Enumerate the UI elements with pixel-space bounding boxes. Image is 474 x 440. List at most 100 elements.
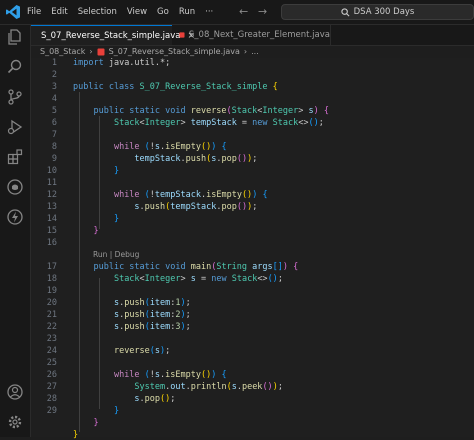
line-number: 20 (46, 298, 57, 308)
extensions-icon[interactable] (6, 148, 24, 166)
menu-selection[interactable]: Selection (78, 7, 117, 17)
code-line[interactable]: s.push(item:3); (73, 322, 191, 332)
line-number: 5 (51, 106, 57, 116)
line-number: 11 (46, 178, 57, 188)
code-token: > (180, 274, 191, 284)
code-line[interactable]: } (73, 226, 98, 236)
code-token: ; (277, 274, 283, 284)
breadcrumb-folder[interactable]: S_08_Stack (40, 47, 85, 56)
code-token: [] (272, 262, 283, 272)
code-token: ; (170, 394, 176, 404)
menu-file[interactable]: File (27, 7, 41, 17)
line-number: 27 (46, 382, 57, 392)
editor-tabs: S_07_Reverse_Stack_simple.java × S_08_Ne… (31, 25, 474, 46)
code-token: { (323, 106, 329, 116)
code-line[interactable]: s.push(item:2); (73, 310, 191, 320)
source-control-icon[interactable] (6, 88, 24, 106)
code-line[interactable]: import java.util.*; (73, 58, 170, 68)
line-number: 13 (46, 202, 57, 212)
github-icon[interactable] (6, 178, 24, 196)
code-token: public class (73, 82, 140, 92)
menu-go[interactable]: Go (157, 7, 169, 17)
code-token: () (201, 370, 212, 380)
code-line[interactable]: while (!s.isEmpty()) { (73, 370, 227, 380)
menu-edit[interactable]: Edit (51, 7, 67, 17)
code-token: import (73, 58, 104, 68)
code-line[interactable]: s.push(item:1); (73, 298, 191, 308)
thunder-client-icon[interactable] (6, 208, 24, 226)
line-number: 26 (46, 370, 57, 380)
search-icon (340, 7, 350, 16)
code-token: pop (221, 154, 237, 164)
code-token: ; (252, 202, 258, 212)
code-token: tempStack (134, 154, 181, 164)
tab-reverse-stack[interactable]: S_07_Reverse_Stack_simple.java × (31, 25, 195, 45)
menu-run[interactable]: Run (179, 7, 195, 17)
back-arrow-icon[interactable]: ← (239, 5, 248, 18)
code-token: = (195, 274, 212, 284)
code-line[interactable]: s.push(tempStack.pop()); (73, 202, 257, 212)
run-debug-icon[interactable] (6, 118, 24, 136)
code-line[interactable]: } (73, 406, 119, 416)
line-number: 23 (46, 334, 57, 344)
code-token: () (236, 154, 248, 164)
code-line[interactable]: while (!tempStack.isEmpty()) { (73, 190, 268, 200)
code-token: Integer (262, 106, 299, 116)
code-token: { (262, 190, 268, 200)
code-line[interactable]: public class S_07_Reverse_Stack_simple { (73, 82, 278, 92)
activity-bar (0, 25, 31, 437)
explorer-icon[interactable] (6, 28, 24, 46)
vscode-logo-icon[interactable] (5, 4, 21, 20)
codelens-run-debug[interactable]: Run | Debug (93, 250, 139, 259)
code-line[interactable]: while (!s.isEmpty()) { (73, 142, 227, 152)
code-line[interactable]: Stack<Integer> tempStack = new Stack<>()… (73, 118, 324, 128)
code-line[interactable]: public static void main(String args[]) { (73, 262, 298, 272)
code-token: () (236, 202, 248, 212)
code-line[interactable]: Stack<Integer> s = new Stack<>(); (73, 274, 283, 284)
code-token: ; (165, 346, 171, 356)
code-line[interactable]: } (73, 214, 119, 224)
code-line[interactable]: } (73, 430, 78, 440)
code-line[interactable]: } (73, 418, 98, 428)
menu-bar: File Edit Selection View Go Run ··· (27, 0, 223, 24)
title-bar: File Edit Selection View Go Run ··· ← → … (0, 0, 474, 25)
code-token: Stack (231, 106, 258, 116)
breadcrumb-file[interactable]: S_07_Reverse_Stack_simple.java (109, 47, 240, 56)
chevron-right-icon: › (89, 47, 93, 56)
code-token: pop (221, 202, 237, 212)
code-line[interactable]: reverse(s); (73, 346, 170, 356)
code-line[interactable]: public static void reverse(Stack<Integer… (73, 106, 329, 116)
code-line[interactable]: } (73, 166, 119, 176)
line-number: 1 (51, 58, 57, 68)
menu-more[interactable]: ··· (205, 7, 213, 17)
command-center-search[interactable]: DSA 300 Days (281, 4, 474, 20)
tab-next-greater[interactable]: S_08_Next_Greater_Element.java (173, 25, 331, 45)
forward-arrow-icon[interactable]: → (258, 5, 267, 18)
code-token: item (149, 310, 171, 320)
code-line[interactable]: tempStack.push(s.pop()); (73, 154, 257, 164)
code-token: { (221, 370, 227, 380)
settings-gear-icon[interactable] (6, 413, 24, 431)
code-line[interactable]: System.out.println(s.peek()); (73, 382, 283, 392)
tab-label: S_08_Next_Greater_Element.java (188, 30, 330, 40)
code-line[interactable]: s.pop(); (73, 394, 175, 404)
account-icon[interactable] (6, 383, 24, 401)
breadcrumb-ellipsis[interactable]: ... (251, 47, 259, 56)
code-token: String (216, 262, 248, 272)
code-token: push (124, 322, 145, 332)
menu-view[interactable]: View (127, 7, 147, 17)
search-activity-icon[interactable] (6, 58, 24, 76)
code-editor[interactable]: Run | Debug 1 import java.util.*; 2 3 public… (31, 58, 474, 440)
code-token: ; (185, 298, 191, 308)
